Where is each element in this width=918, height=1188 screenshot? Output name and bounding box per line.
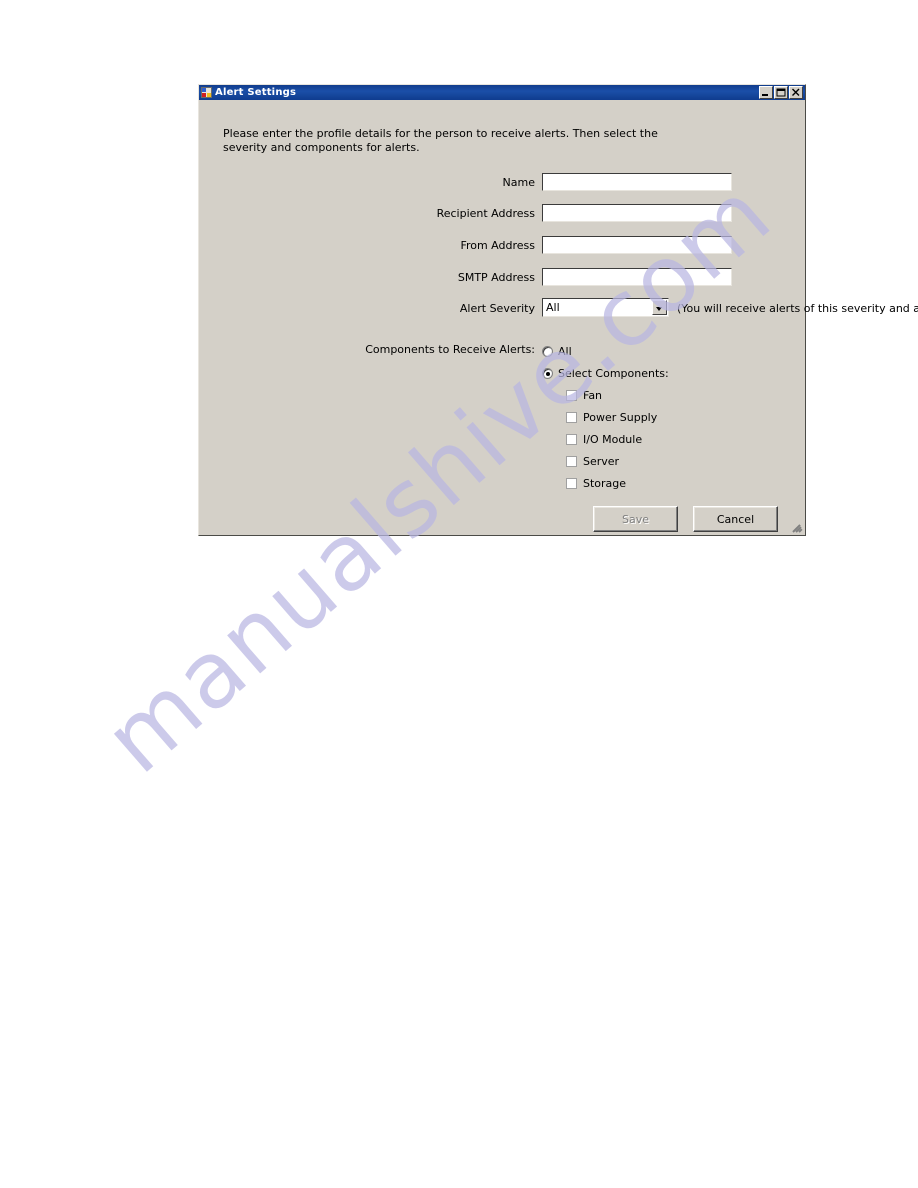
dialog-client-area: Please enter the profile details for the… [199, 100, 918, 535]
radio-all-label: All [558, 345, 572, 358]
radio-select-components-label: Select Components: [558, 367, 669, 380]
radio-all[interactable]: All [542, 345, 572, 358]
checkbox-io-module-indicator[interactable] [566, 434, 577, 445]
maximize-icon [776, 88, 786, 97]
smtp-address-label: SMTP Address [457, 271, 535, 284]
alert-severity-select[interactable]: All [542, 298, 669, 317]
from-address-input[interactable] [542, 236, 732, 254]
smtp-address-input[interactable] [542, 268, 732, 286]
intro-text: Please enter the profile details for the… [223, 127, 658, 154]
checkbox-io-module-label: I/O Module [583, 433, 643, 446]
checkbox-storage[interactable]: Storage [566, 477, 626, 490]
checkbox-storage-label: Storage [583, 477, 627, 490]
field-row-from-address: From Address [199, 236, 805, 256]
components-group-label: Components to Receive Alerts: [365, 343, 535, 356]
recipient-address-input[interactable] [542, 204, 732, 222]
dialog-titlebar[interactable]: Alert Settings [199, 85, 805, 100]
close-button[interactable] [789, 86, 803, 99]
window-controls [759, 86, 804, 99]
save-button[interactable]: Save [593, 506, 678, 532]
checkbox-fan-indicator[interactable] [566, 390, 577, 401]
alert-settings-dialog: Alert Settings Please enter the profile … [198, 84, 918, 536]
radio-select-components[interactable]: Select Components: [542, 367, 669, 380]
checkbox-server-label: Server [583, 455, 620, 468]
checkbox-server-indicator[interactable] [566, 456, 577, 467]
form-icon [201, 87, 212, 98]
checkbox-fan[interactable]: Fan [566, 389, 602, 402]
resize-grip-icon[interactable] [790, 520, 804, 534]
name-label: Name [502, 176, 535, 189]
recipient-address-label: Recipient Address [436, 207, 535, 220]
from-address-label: From Address [460, 239, 535, 252]
close-icon [792, 88, 800, 96]
alert-severity-hint: (You will receive alerts of this severit… [677, 302, 918, 315]
field-row-recipient-address: Recipient Address [199, 204, 805, 224]
minimize-icon [762, 94, 768, 96]
name-input[interactable] [542, 173, 732, 191]
minimize-button[interactable] [759, 86, 773, 99]
radio-all-indicator[interactable] [542, 346, 553, 357]
chevron-down-icon[interactable] [652, 300, 667, 315]
alert-severity-value: All [546, 301, 560, 314]
checkbox-fan-label: Fan [583, 389, 603, 402]
cancel-button[interactable]: Cancel [693, 506, 778, 532]
maximize-button[interactable] [774, 86, 788, 99]
checkbox-server[interactable]: Server [566, 455, 619, 468]
checkbox-io-module[interactable]: I/O Module [566, 433, 642, 446]
radio-select-components-indicator[interactable] [542, 368, 553, 379]
alert-severity-label: Alert Severity [459, 302, 535, 315]
checkbox-power-supply[interactable]: Power Supply [566, 411, 657, 424]
field-row-name: Name [199, 173, 805, 193]
checkbox-power-supply-label: Power Supply [583, 411, 658, 424]
checkbox-power-supply-indicator[interactable] [566, 412, 577, 423]
field-row-smtp-address: SMTP Address [199, 268, 805, 288]
dialog-title: Alert Settings [215, 87, 297, 98]
field-row-alert-severity: Alert Severity All (You will receive ale… [199, 298, 918, 319]
checkbox-storage-indicator[interactable] [566, 478, 577, 489]
